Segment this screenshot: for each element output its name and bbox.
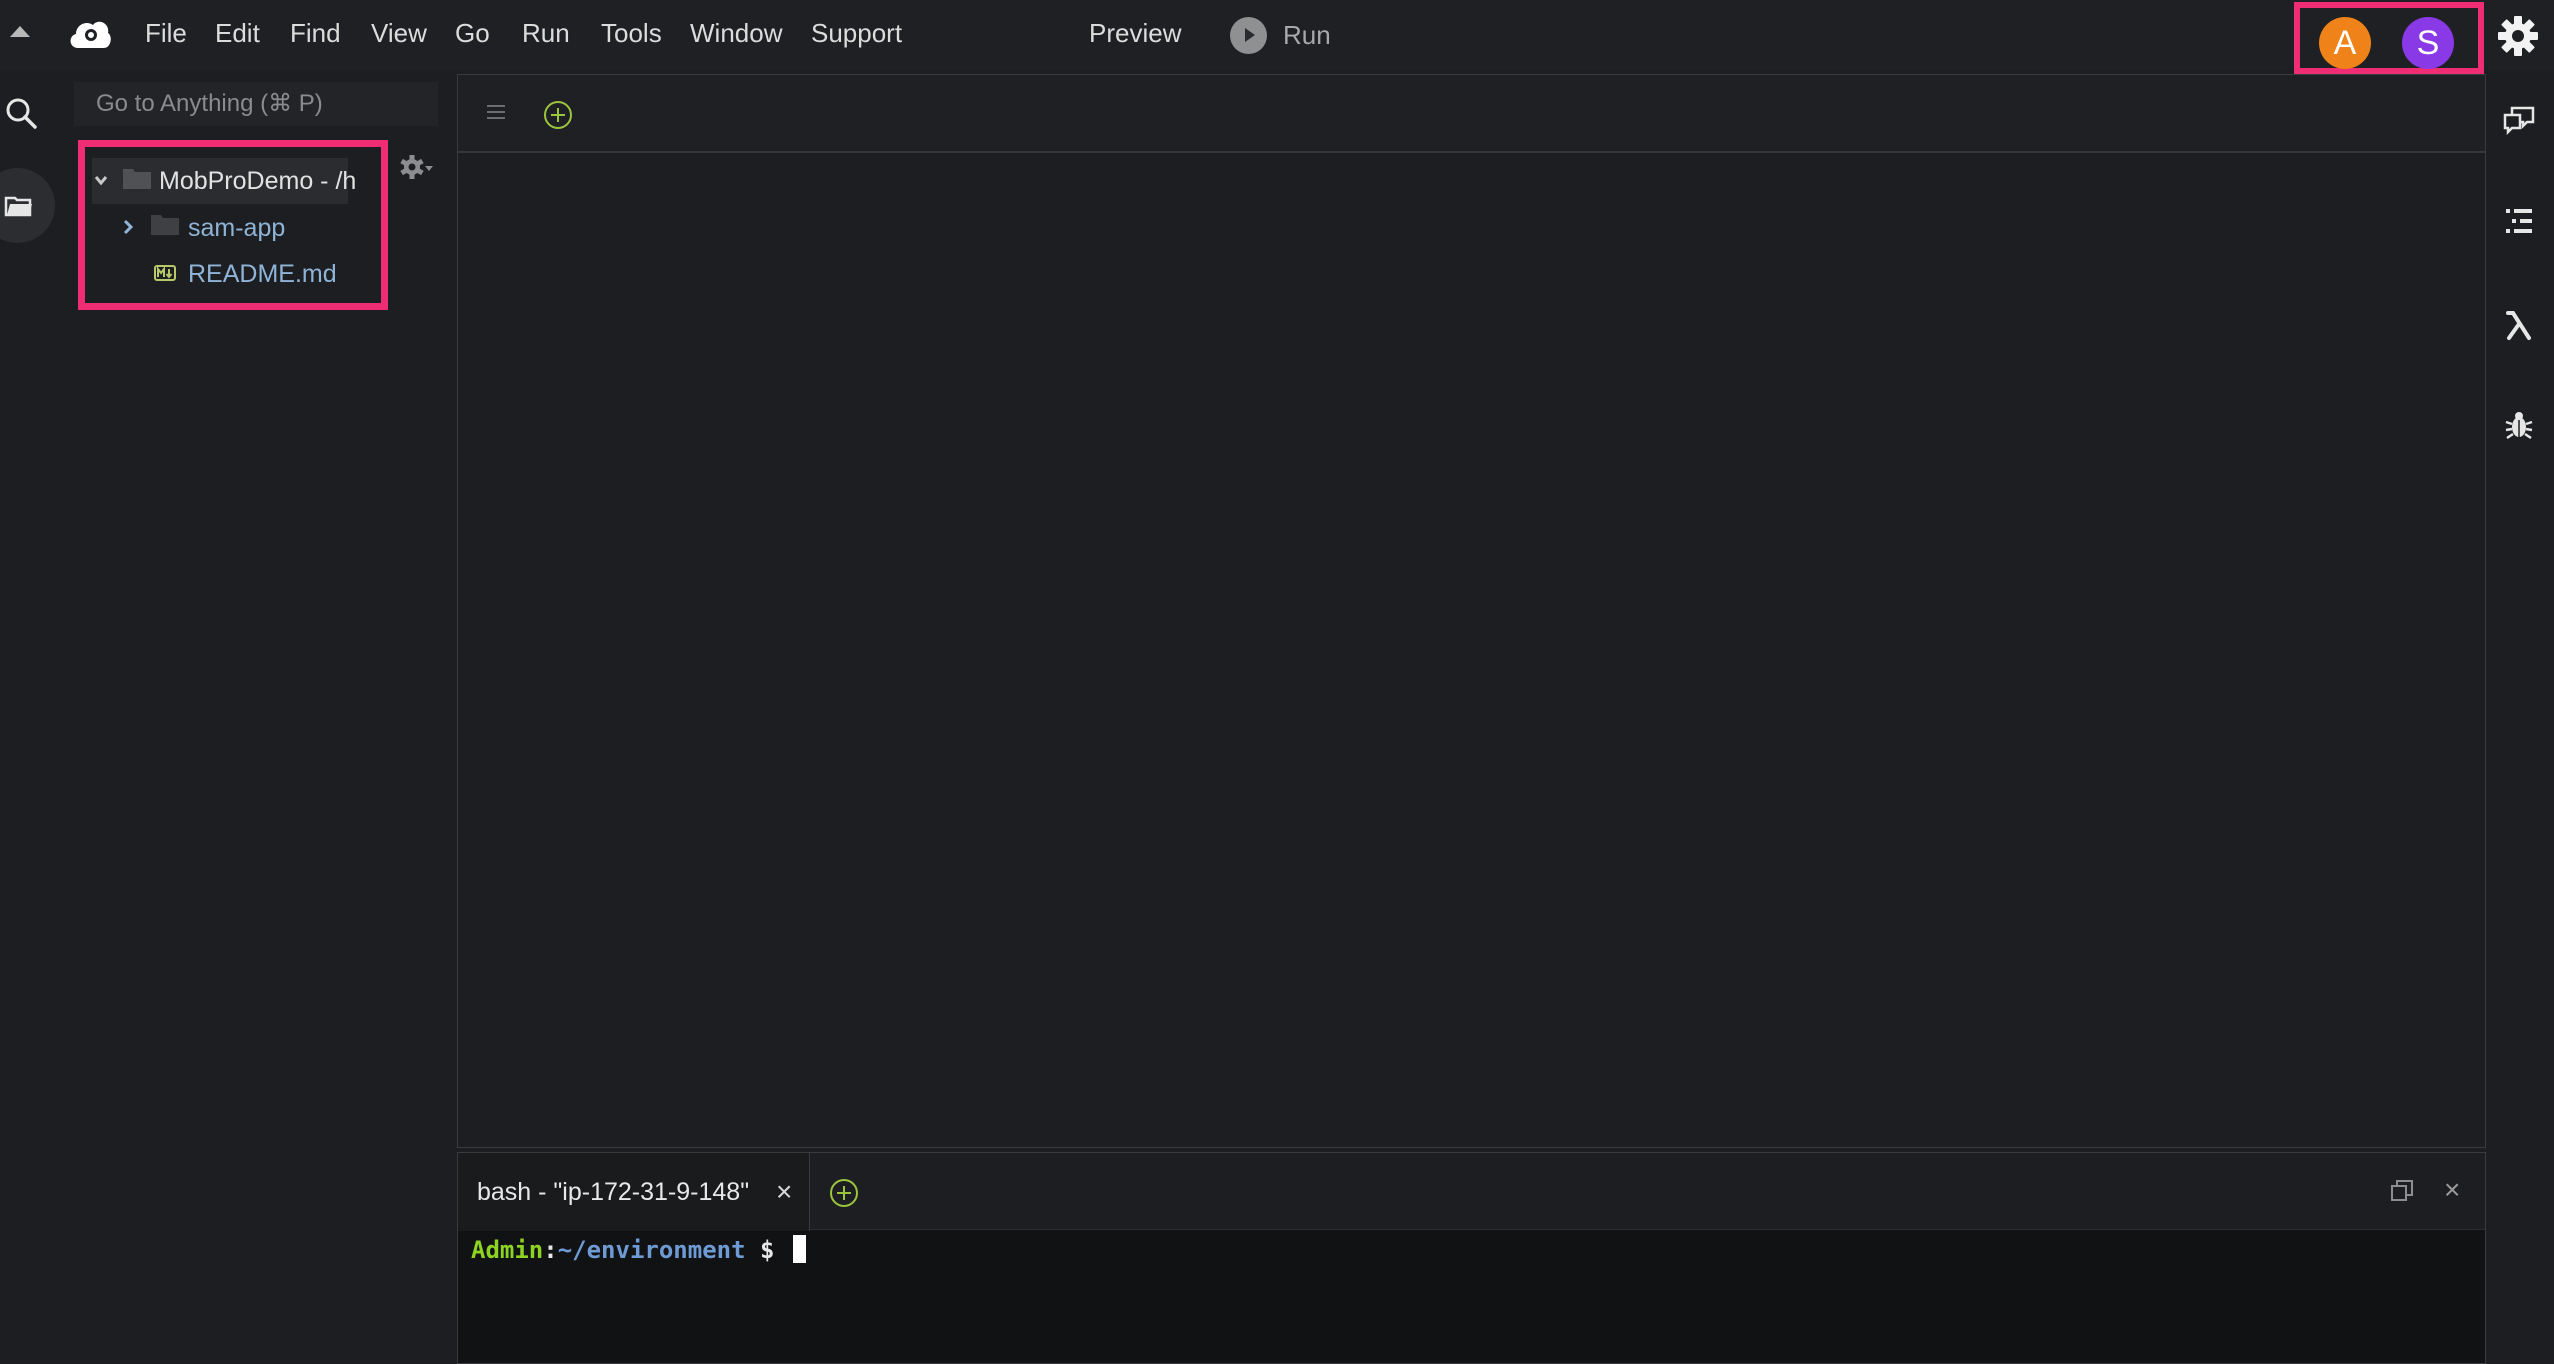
settings-gear-icon[interactable] [2494, 12, 2542, 60]
avatar[interactable]: A [2319, 17, 2371, 69]
add-tab-icon[interactable] [543, 100, 573, 130]
terminal-tab-label[interactable]: bash - "ip-172-31-9-148" [477, 1178, 749, 1207]
left-icon-rail [0, 70, 66, 1364]
editor-tab-bar [458, 75, 2485, 153]
menu-find[interactable]: Find [290, 18, 341, 49]
menu-view[interactable]: View [371, 18, 427, 49]
right-icon-rail [2486, 70, 2554, 1364]
preview-button[interactable]: Preview [1089, 18, 1181, 49]
collaborate-chat-icon[interactable] [2502, 104, 2536, 138]
prompt-separator: : [543, 1236, 558, 1264]
terminal-cursor [792, 1235, 806, 1263]
maximize-panel-icon[interactable] [2390, 1178, 2414, 1202]
search-icon[interactable] [4, 96, 38, 130]
add-terminal-tab-icon[interactable] [829, 1178, 859, 1208]
collaborators-highlight: A S [2294, 2, 2484, 74]
environment-folder-icon[interactable] [4, 192, 34, 218]
play-icon [1230, 17, 1267, 54]
close-panel-icon[interactable]: × [2444, 1174, 2460, 1206]
menu-go[interactable]: Go [455, 18, 490, 49]
avatar[interactable]: S [2402, 17, 2454, 69]
cloud9-logo-icon[interactable] [66, 14, 112, 54]
terminal-prompt[interactable]: Admin:~/environment $ [471, 1235, 806, 1264]
menu-run[interactable]: Run [522, 18, 570, 49]
menu-window[interactable]: Window [690, 18, 782, 49]
close-tab-icon[interactable]: × [776, 1176, 792, 1208]
tree-settings-gear-icon[interactable] [398, 152, 434, 182]
file-tree-highlight [78, 140, 388, 310]
menu-file[interactable]: File [145, 18, 187, 49]
run-button-label: Run [1283, 20, 1331, 50]
debugger-bug-icon[interactable] [2502, 408, 2536, 442]
editor-pane[interactable] [457, 74, 2486, 1148]
collapse-toggle-icon[interactable] [10, 26, 30, 37]
menu-support[interactable]: Support [811, 18, 902, 49]
prompt-symbol: $ [745, 1236, 789, 1264]
aws-lambda-icon[interactable] [2502, 308, 2536, 342]
tab-list-icon[interactable] [486, 102, 506, 122]
outline-list-icon[interactable] [2502, 204, 2536, 238]
go-to-anything-input[interactable] [74, 82, 438, 126]
prompt-user: Admin [471, 1236, 544, 1264]
menu-tools[interactable]: Tools [601, 18, 662, 49]
menu-edit[interactable]: Edit [215, 18, 260, 49]
prompt-path: ~/environment [557, 1236, 746, 1264]
